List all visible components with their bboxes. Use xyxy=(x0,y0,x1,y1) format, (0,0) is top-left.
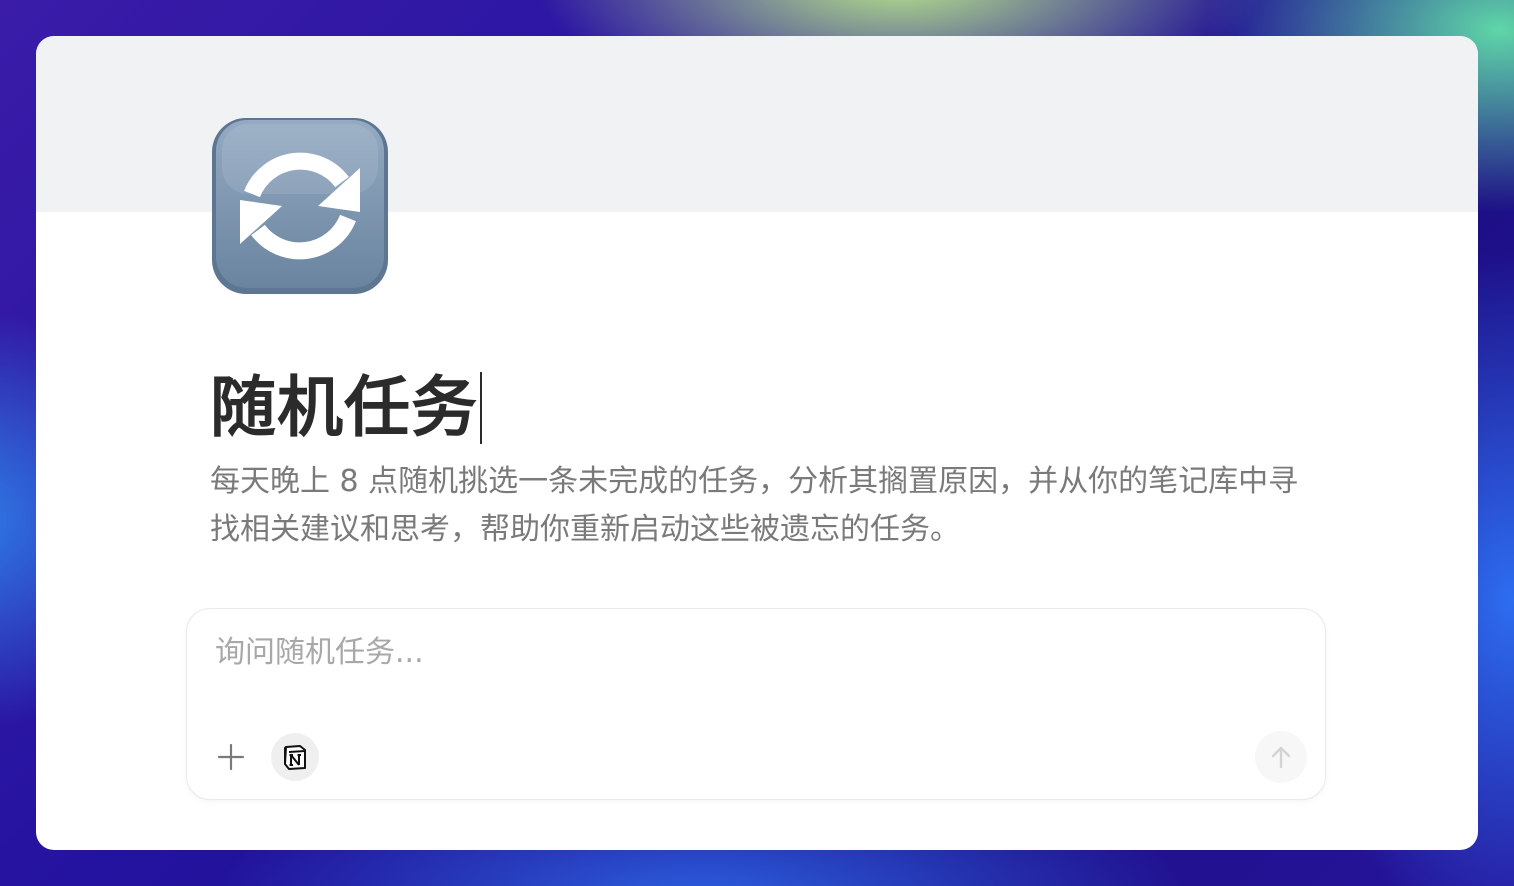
arrow-up-icon xyxy=(1271,746,1291,769)
page-title-text: 随机任务 xyxy=(210,369,478,446)
add-attachment-button[interactable] xyxy=(213,739,249,775)
notion-source-button[interactable] xyxy=(271,733,319,781)
chat-composer xyxy=(186,608,1326,800)
page-description: 每天晚上 8 点随机挑选一条未完成的任务，分析其搁置原因，并从你的笔记库中寻找相… xyxy=(210,464,1299,547)
send-button[interactable] xyxy=(1255,731,1307,783)
text-caret xyxy=(480,371,482,444)
page-title[interactable]: 随机任务 xyxy=(210,366,482,450)
notion-logo-icon xyxy=(284,745,306,770)
refresh-arrows-icon[interactable] xyxy=(210,116,390,296)
plus-icon xyxy=(217,743,245,771)
agent-page-card: 随机任务 每天晚上 8 点随机挑选一条未完成的任务，分析其搁置原因，并从你的笔记… xyxy=(36,36,1478,850)
chat-input[interactable] xyxy=(215,635,1275,670)
